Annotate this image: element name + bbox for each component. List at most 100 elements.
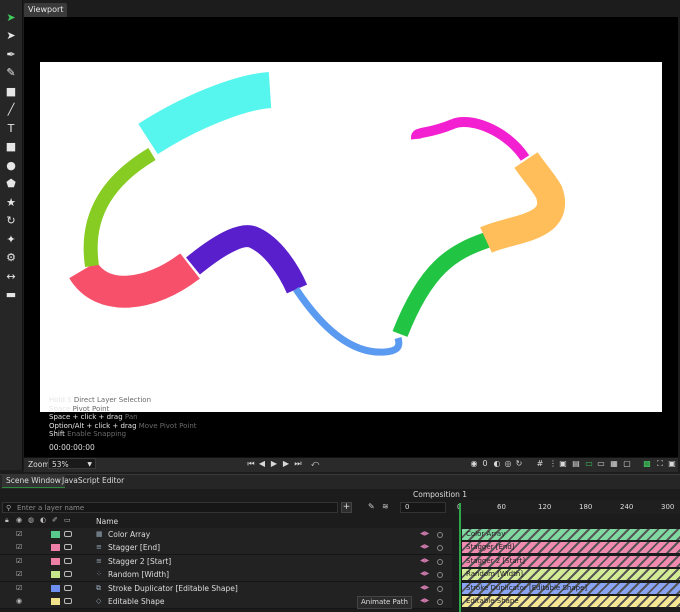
pencil-icon[interactable]: ✎ [3,65,19,81]
solo-icon[interactable]: ◍ [28,516,34,524]
keyframe-dot-icon[interactable] [437,585,443,592]
layer-name: Stroke Duplicator [Editable Shape] [108,583,238,593]
audio-icon[interactable]: ◐ [40,516,46,524]
guides-icon[interactable]: ⋮ [548,458,558,469]
layer-mask-icon[interactable] [64,598,72,604]
timeline-layer-bar[interactable]: Stagger [End] [462,542,680,554]
keyframe-nav-icon[interactable]: ◀▶ [420,557,429,564]
add-layer-button[interactable]: + [341,502,352,513]
frame-icon[interactable]: ▢ [622,458,632,469]
keyframe-dot-icon[interactable] [437,599,443,605]
timeline-layer-bar[interactable]: Color Array [462,529,680,540]
direct-select-icon[interactable]: ➤ [3,28,19,44]
settings-icon[interactable]: ▣ [667,458,677,469]
overlay-icon[interactable]: ▭ [596,458,606,469]
layer-color-swatch [51,544,60,552]
lock-icon[interactable]: 🔒︎ [5,516,9,525]
pill-icon[interactable]: ▬ [3,287,19,303]
keyframe-nav-icon[interactable]: ◀▶ [420,570,429,577]
go-to-end-icon[interactable]: ⏭ [293,458,303,469]
mask-icon[interactable]: ▭ [64,516,71,524]
keyframe-icon[interactable]: ✎ [368,502,375,511]
grid-icon[interactable]: # [535,458,545,469]
ellipse-icon[interactable]: ● [3,157,19,173]
sparkle-icon[interactable]: ✦ [3,231,19,247]
stroke-segment-4 [186,225,308,294]
loop-icon[interactable]: ⤺ [309,458,321,469]
polygon-icon[interactable]: ⬟ [3,176,19,192]
fullscreen-icon[interactable]: ⛶ [655,458,665,469]
step-back-icon[interactable]: ◀ [257,458,267,469]
timeline-layer-bar[interactable]: Stagger 2 [Start] [462,555,680,567]
timeline-layer-bar[interactable]: Random [Width] [462,569,680,581]
pick-whip-icon[interactable]: ✐ [52,516,58,524]
checkbox-icon[interactable]: ☑ [16,570,22,578]
layer-mask-icon[interactable] [64,531,72,537]
keyframe-nav-icon[interactable]: ◀▶ [420,543,429,550]
safe-area-icon[interactable]: ▤ [571,458,581,469]
tab-scene-window[interactable]: Scene Window [2,474,65,488]
arrows-icon[interactable]: ↔ [3,268,19,284]
go-to-start-icon[interactable]: ⏮ [246,458,256,469]
layer-search-input[interactable] [17,503,317,512]
select-icon[interactable]: ➤ [3,9,19,25]
play-icon[interactable]: ▶ [269,458,279,469]
search-icon: ⚲ [6,504,12,512]
layer-row[interactable]: ☑ ≡ Stagger [End] ◀▶ [0,541,452,556]
checkbox-icon[interactable]: ☑ [16,543,22,551]
composition-canvas[interactable] [40,62,662,412]
motion-blur-icon[interactable]: ◎ [503,458,513,469]
animate-path-button[interactable]: Animate Path [357,596,412,609]
visibility-eye-icon[interactable]: ◉ [16,597,22,605]
refresh-icon[interactable]: ↻ [514,458,524,469]
gear-icon[interactable]: ⚙ [3,250,19,266]
graph-icon[interactable]: ≋ [382,502,389,511]
checkbox-icon[interactable]: ☑ [16,530,22,538]
rectangle-icon[interactable]: ■ [3,139,19,155]
layer-row[interactable]: ☑ ▦ Color Array ◀▶ [0,528,452,542]
keyframe-dot-icon[interactable] [437,532,443,538]
camera-icon[interactable]: ■ [3,83,19,99]
keyframe-dot-icon[interactable] [437,545,443,552]
display-icon[interactable]: ▭ [584,458,594,469]
checkbox-icon[interactable]: ☑ [16,557,22,565]
hint-line: Hold S Direct Layer Selection [49,396,152,404]
camera-toggle-icon[interactable]: ◉ [468,458,480,469]
layer-color-swatch [51,584,60,592]
chevron-down-icon: ▼ [87,461,92,468]
frame-input[interactable]: 0 [400,502,446,513]
rotate-icon[interactable]: ↻ [3,213,19,229]
keyframe-nav-icon[interactable]: ◀▶ [420,530,429,537]
pen-icon[interactable]: ✒ [3,46,19,62]
tab-javascript-editor[interactable]: JavaScript Editor [58,474,128,487]
layer-row[interactable]: ☑ ⧉ Stroke Duplicator [Editable Shape] ◀▶ [0,581,452,596]
layer-row[interactable]: ☑ ≡ Stagger 2 [Start] ◀▶ [0,554,452,569]
keyframe-dot-icon[interactable] [437,572,443,579]
star-icon[interactable]: ★ [3,194,19,210]
timeline-layer-bar[interactable]: Editable Shape [462,596,680,607]
image-icon[interactable]: ▣ [558,458,568,469]
line-icon[interactable]: ╱ [3,102,19,118]
step-forward-icon[interactable]: ▶ [281,458,291,469]
hint-line: Shift Enable Snapping [49,430,127,439]
layer-mask-icon[interactable] [64,544,72,551]
zoom-dropdown[interactable]: 53% ▼ [48,458,96,469]
text-icon[interactable]: T [3,120,19,136]
checkbox-icon[interactable]: ☑ [16,584,22,592]
layer-name: Random [Width] [108,570,170,580]
keyframe-nav-icon[interactable]: ◀▶ [420,584,429,591]
stroke-segment-3 [138,72,272,155]
layers-icon[interactable]: ▦ [609,458,619,469]
layer-row[interactable]: ☑ ⁘ Random [Width] ◀▶ [0,568,452,583]
onion-skin-icon[interactable]: ◐ [492,458,502,469]
layer-mask-icon[interactable] [64,571,72,578]
keyframe-nav-icon[interactable]: ◀▶ [420,597,429,604]
timeline-layer-bar[interactable]: Stroke Duplicator [Editable Shape] [462,582,680,594]
tab-viewport[interactable]: Viewport [24,3,68,17]
layer-mask-icon[interactable] [64,584,72,591]
playhead[interactable] [459,503,461,612]
visibility-icon[interactable]: ◉ [16,516,22,524]
layer-mask-icon[interactable] [64,557,72,564]
checkerboard-icon[interactable]: ▩ [642,458,652,469]
keyframe-dot-icon[interactable] [437,558,443,565]
